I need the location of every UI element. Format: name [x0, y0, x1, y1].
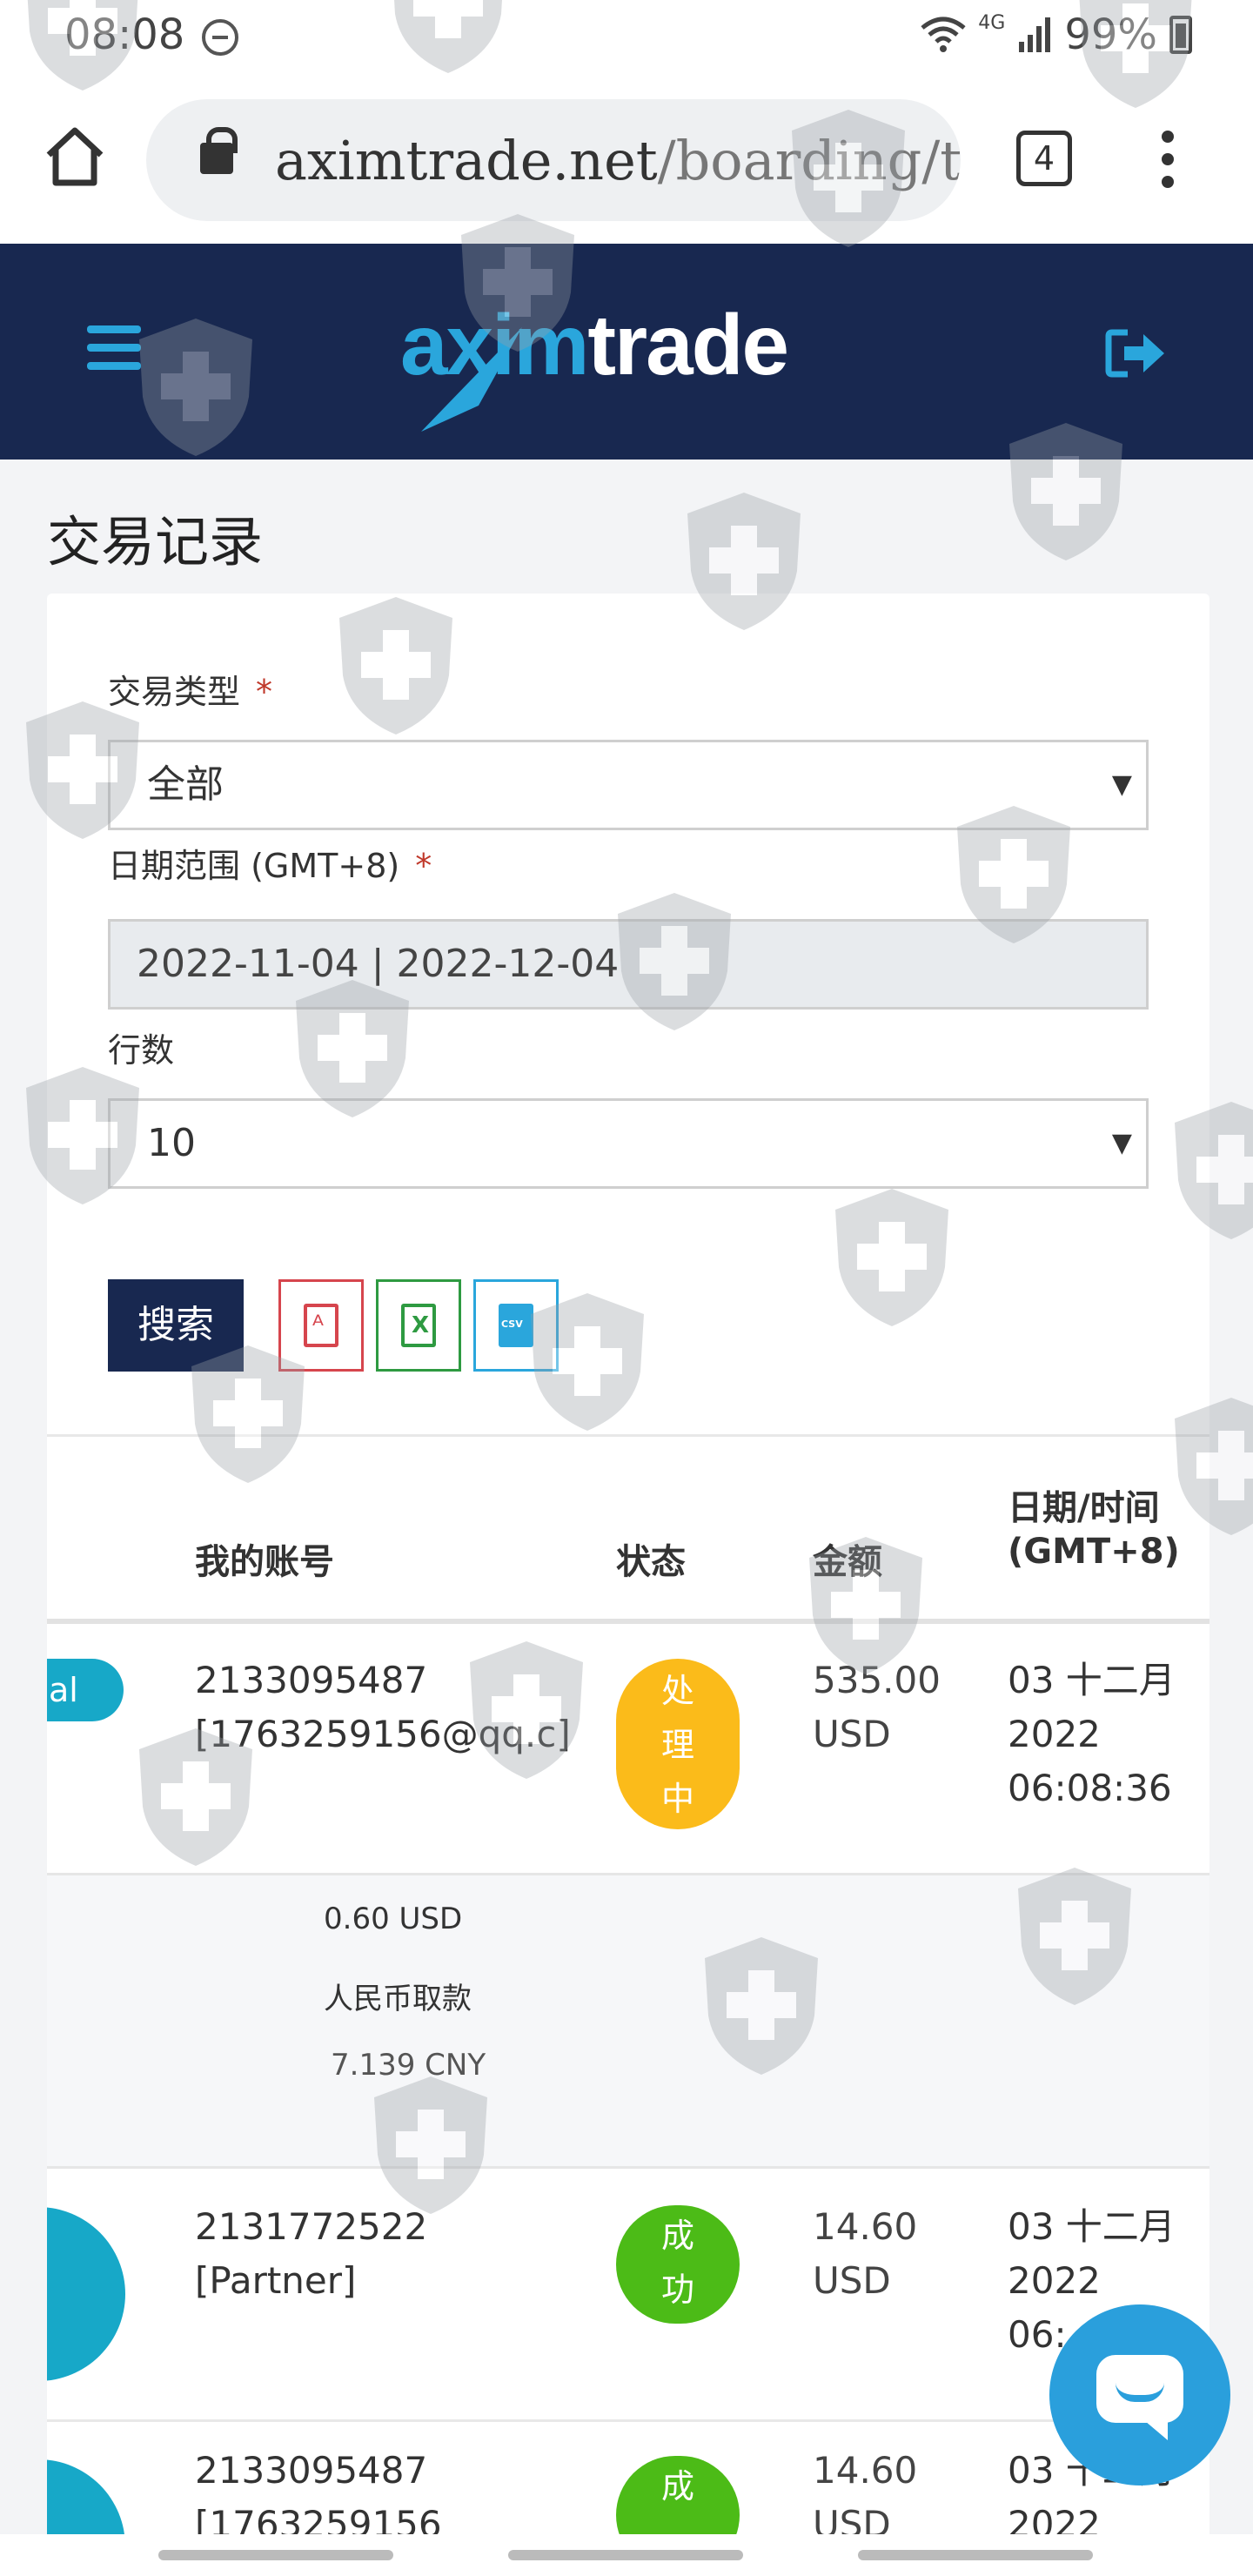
- signal-icon: [1019, 17, 1051, 52]
- status-badge: 成 功: [616, 2205, 740, 2324]
- browser-toolbar: aximtrade.net/boarding/t 4: [0, 70, 1253, 244]
- wifi-icon: [921, 17, 966, 52]
- search-button[interactable]: 搜索: [108, 1279, 244, 1372]
- pdf-icon: [304, 1304, 338, 1347]
- tabs-icon[interactable]: 4: [1016, 131, 1072, 186]
- dnd-icon: [202, 19, 238, 56]
- type-badge: [47, 2207, 125, 2381]
- site-header: aximtrade: [0, 244, 1253, 460]
- battery-percent: 99%: [1064, 10, 1157, 59]
- date-year: 2022: [1008, 1713, 1101, 1755]
- rows-select-value: 10: [147, 1121, 196, 1165]
- export-excel-button[interactable]: [376, 1279, 461, 1372]
- type-badge: al: [47, 1659, 124, 1721]
- export-csv-button[interactable]: [473, 1279, 559, 1372]
- account-note: [Partner]: [195, 2259, 357, 2302]
- date-day: 03 十二月: [1008, 1659, 1176, 1701]
- type-select[interactable]: 全部 ▼: [108, 740, 1149, 830]
- type-select-value: 全部: [147, 762, 224, 807]
- table-row[interactable]: 2133095487 [1763259156 成 14.60 USD 03 十二…: [47, 2421, 1209, 2543]
- account-id: 2131772522: [195, 2205, 428, 2248]
- csv-icon: [499, 1304, 533, 1347]
- amount-value: 14.60: [813, 2205, 918, 2248]
- type-label: 交易类型 *: [108, 673, 273, 711]
- th-status: 状态: [616, 1542, 686, 1582]
- logout-icon[interactable]: [1105, 327, 1168, 379]
- nav-handle[interactable]: [858, 2550, 1093, 2560]
- lock-icon: [200, 127, 238, 174]
- hamburger-icon[interactable]: [87, 325, 141, 371]
- nav-handle[interactable]: [158, 2550, 393, 2560]
- date-year: 2022: [1008, 2259, 1101, 2302]
- status-badge: 处 理 中: [616, 1659, 740, 1829]
- table-row[interactable]: al 2133095487 [1763259156@qq.c] 处 理 中 53…: [47, 1624, 1209, 1873]
- status-right: 4G 99%: [921, 10, 1192, 59]
- amount-value: 535.00: [813, 1659, 941, 1701]
- th-date-line2: (GMT+8): [1008, 1532, 1180, 1572]
- amount-currency: USD: [813, 2259, 891, 2302]
- table-row[interactable]: 2131772522 [Partner] 成 功 14.60 USD 03 十二…: [47, 2170, 1209, 2419]
- amount-currency: USD: [813, 1713, 891, 1755]
- excel-icon: [401, 1304, 436, 1347]
- detail-fee: 0.60 USD: [324, 1902, 463, 1936]
- account-id: 2133095487: [195, 1659, 428, 1701]
- home-icon[interactable]: [40, 122, 110, 191]
- address-bar[interactable]: aximtrade.net/boarding/t: [146, 99, 961, 221]
- chevron-down-icon: ▼: [1111, 1128, 1132, 1158]
- battery-icon: [1169, 16, 1192, 54]
- transactions-card: 交易类型 * 全部 ▼ 日期范围 (GMT+8) * 2022-11-04 | 20…: [47, 594, 1209, 2543]
- rows-label: 行数: [108, 1031, 175, 1070]
- date-time: 06:: [1008, 2313, 1067, 2356]
- export-pdf-button[interactable]: [278, 1279, 364, 1372]
- table-header: 我的账号 状态 金额 日期/时间 (GMT+8): [47, 1436, 1209, 1610]
- date-time: 06:08:36: [1008, 1767, 1172, 1809]
- th-account: 我的账号: [195, 1542, 334, 1582]
- logo-swoosh-icon: [421, 327, 522, 432]
- page-title: 交易记录: [47, 510, 264, 574]
- network-label: 4G: [978, 11, 1006, 34]
- detail-rate: 7.139 CNY: [331, 2048, 486, 2083]
- chevron-down-icon: ▼: [1111, 769, 1132, 800]
- type-badge: [47, 2459, 125, 2543]
- gesture-nav-bar: [0, 2534, 1253, 2576]
- status-time: 08:08: [64, 10, 185, 59]
- row-detail: 0.60 USD 人民币取款 7.139 CNY: [47, 1873, 1209, 2169]
- date-day: 03 十二月: [1008, 2205, 1176, 2248]
- rows-select[interactable]: 10 ▼: [108, 1098, 1149, 1189]
- nav-handle[interactable]: [508, 2550, 743, 2560]
- account-note: [1763259156@qq.c]: [195, 1713, 571, 1755]
- status-badge: 成: [616, 2456, 740, 2543]
- date-range-input[interactable]: 2022-11-04 | 2022-12-04: [108, 919, 1149, 1010]
- th-amount: 金额: [813, 1542, 882, 1582]
- more-vert-icon[interactable]: [1157, 131, 1178, 191]
- detail-method: 人民币取款: [324, 1982, 472, 2016]
- date-label: 日期范围 (GMT+8) *: [108, 847, 432, 885]
- url-text[interactable]: aximtrade.net/boarding/t: [275, 129, 961, 192]
- amount-value: 14.60: [813, 2449, 918, 2492]
- th-date-line1: 日期/时间: [1008, 1488, 1160, 1528]
- chat-button[interactable]: [1049, 2304, 1230, 2485]
- account-id: 2133095487: [195, 2449, 428, 2492]
- status-bar: 08:08 4G 99%: [0, 0, 1253, 70]
